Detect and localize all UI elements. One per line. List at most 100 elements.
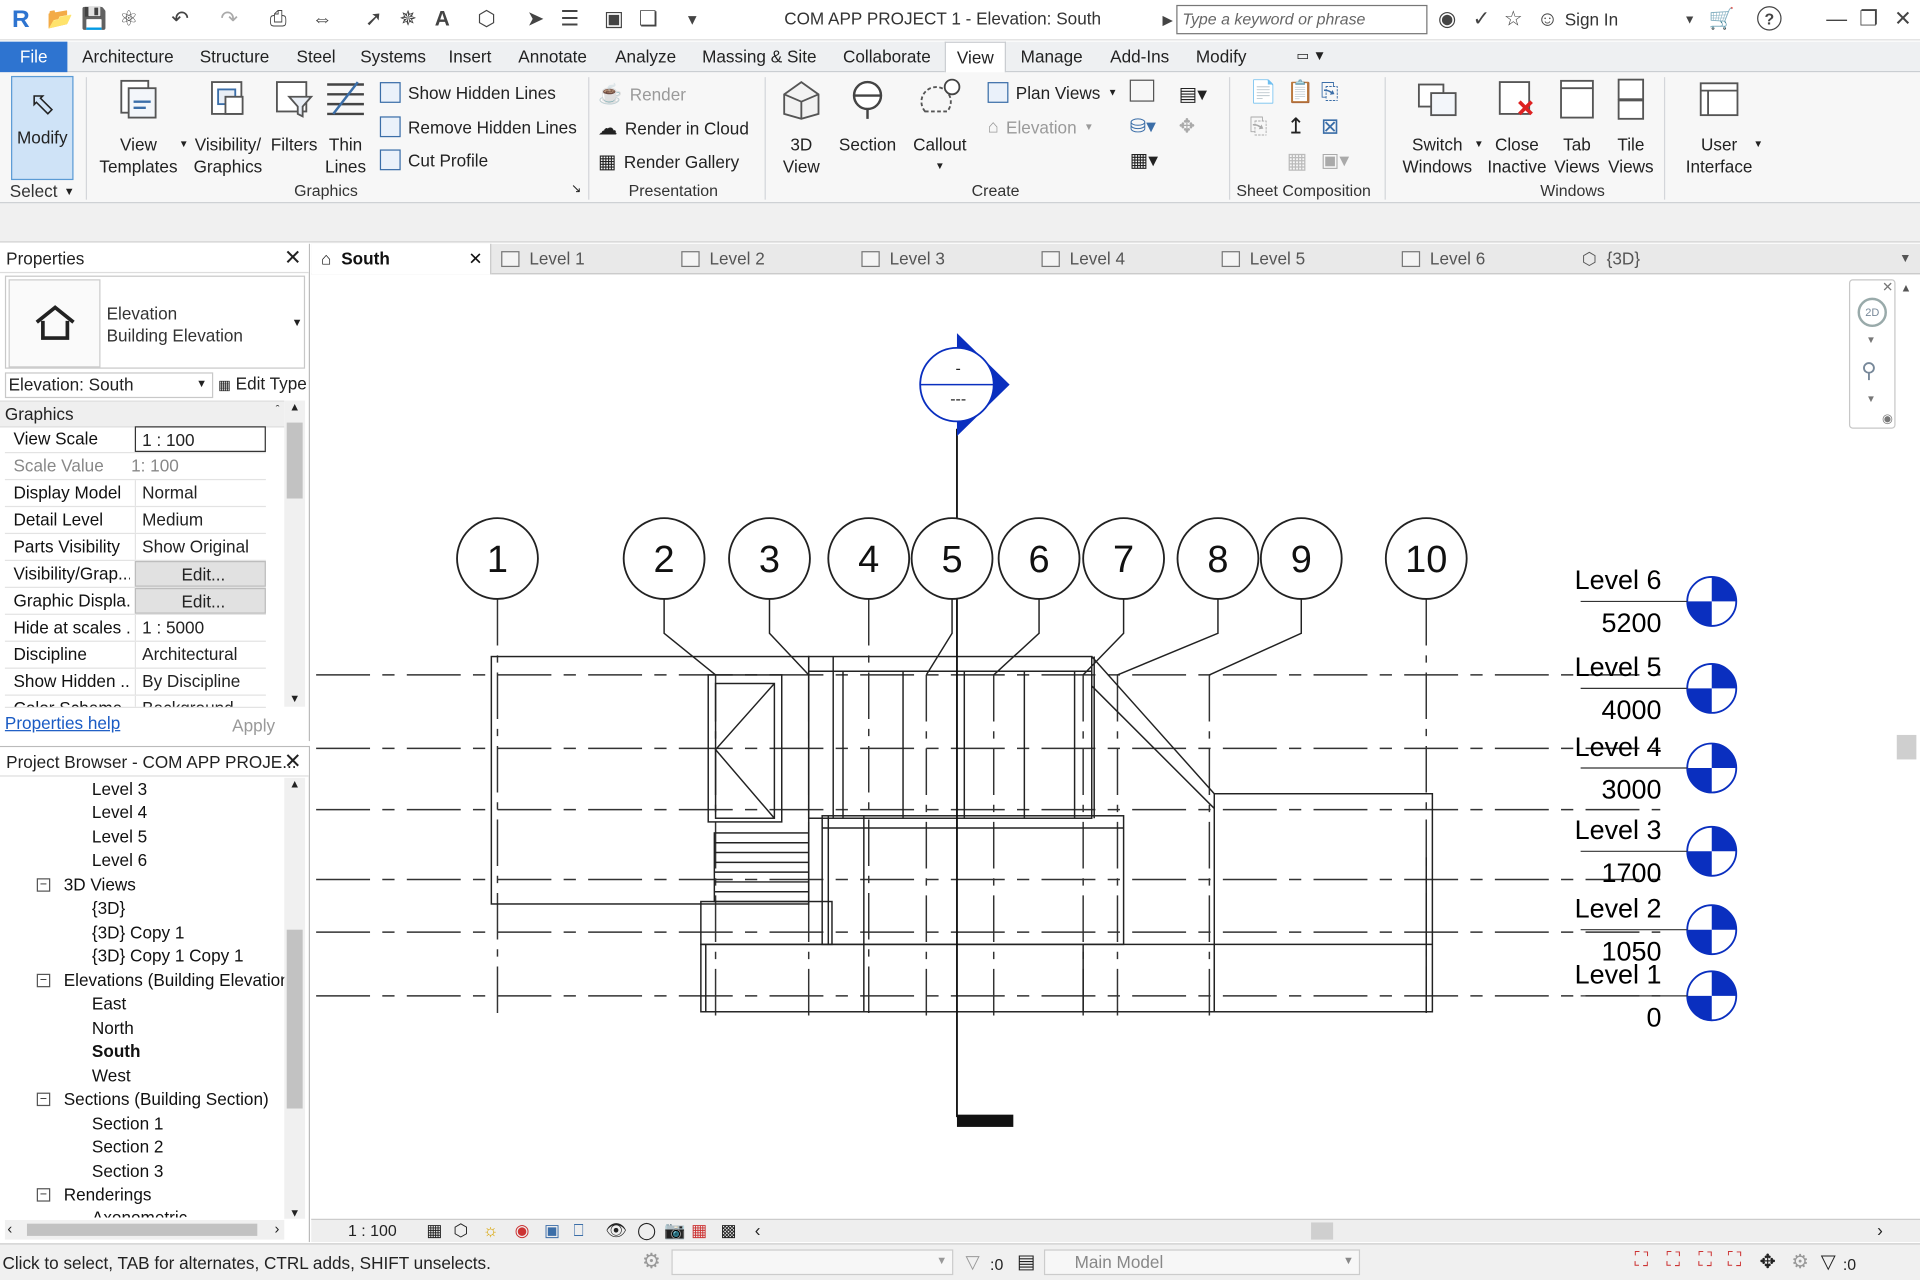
switch-windows-button[interactable]: Switch Windows <box>1399 77 1475 177</box>
tree-group[interactable]: Renderings <box>64 1184 152 1204</box>
measure-icon[interactable]: ⇔ <box>309 6 336 33</box>
type-dropdown-icon[interactable]: ▼ <box>292 316 303 328</box>
tab-systems[interactable]: Systems <box>353 42 433 73</box>
properties-help-link[interactable]: Properties help <box>5 713 120 733</box>
tab-manage[interactable]: Manage <box>1013 42 1090 73</box>
drafting-view-icon[interactable] <box>1129 79 1155 102</box>
tree-item[interactable]: Section 1 <box>92 1113 164 1133</box>
filter-selection-icon[interactable]: ▽ <box>1821 1249 1836 1273</box>
scroll-right-icon[interactable]: › <box>274 1220 279 1237</box>
new-sheet-icon[interactable]: 📄 <box>1250 80 1277 106</box>
tab-add-ins[interactable]: Add-Ins <box>1103 42 1177 73</box>
tab-architecture[interactable]: Architecture <box>75 42 181 73</box>
render-gallery-button[interactable]: ▦ Render Gallery <box>598 149 739 173</box>
tree-item-active[interactable]: South <box>92 1041 141 1061</box>
close-tab-icon[interactable]: ✕ <box>468 244 482 275</box>
level-elevation[interactable]: 1700 <box>1602 858 1662 888</box>
view-scale-readout[interactable]: 1 : 100 <box>348 1221 397 1239</box>
close-inactive-button[interactable]: Close Inactive <box>1483 77 1552 177</box>
tabs-overflow-icon[interactable]: ▼ <box>1899 244 1911 275</box>
sign-in-dropdown-icon[interactable]: ▼ <box>1676 6 1703 33</box>
prop-graphic-display[interactable]: Graphic Displa... Edit... <box>4 587 266 615</box>
minimize-icon[interactable]: — <box>1823 6 1850 33</box>
tab-collaborate[interactable]: Collaborate <box>836 42 938 73</box>
level-elevation[interactable]: 3000 <box>1602 775 1662 805</box>
tab-modify[interactable]: Modify <box>1189 42 1254 73</box>
user-icon[interactable]: ☺ <box>1534 6 1561 33</box>
close-inactive-icon[interactable]: ▣ <box>600 6 627 33</box>
tab-structure[interactable]: Structure <box>192 42 276 73</box>
steering-wheel-icon[interactable]: 2D <box>1857 297 1887 328</box>
design-option-dropdown[interactable]: Main Model ▼ <box>1043 1249 1361 1276</box>
render-in-cloud-button[interactable]: ☁ Render in Cloud <box>598 116 749 140</box>
view-tab-level-1[interactable]: Level 1 <box>501 244 585 275</box>
scroll-thumb[interactable] <box>286 422 303 499</box>
select-links-icon[interactable]: ⛶ <box>1635 1249 1649 1271</box>
level-name[interactable]: Level 4 <box>1575 732 1662 762</box>
binoculars-icon[interactable]: ◉ <box>1434 6 1461 33</box>
analytical-model-icon[interactable]: ▩ <box>720 1220 736 1241</box>
close-icon[interactable]: ✕ <box>284 244 301 273</box>
view-templates-button[interactable]: View Templates <box>96 77 182 177</box>
select-pinned-icon[interactable]: ⛶ <box>1698 1249 1712 1271</box>
tree-item[interactable]: North <box>92 1018 134 1038</box>
select-dropdown[interactable]: Select <box>10 181 58 201</box>
print-icon[interactable]: ⎙ <box>265 6 292 33</box>
legends-icon[interactable]: ▦▾ <box>1130 148 1158 172</box>
tab-analyze[interactable]: Analyze <box>608 42 684 73</box>
cart-icon[interactable]: 🛒 <box>1708 6 1735 33</box>
viewports-icon[interactable]: ▣▾ <box>1321 148 1349 172</box>
browser-hscrollbar[interactable]: ‹ › <box>4 1220 285 1240</box>
collapse-toggle-icon[interactable]: − <box>36 1092 51 1107</box>
tree-item[interactable]: {3D} <box>92 898 125 918</box>
matchline-icon[interactable]: ⊠ <box>1321 114 1339 140</box>
crop-region-icon[interactable]: ⎕ <box>573 1220 583 1241</box>
prop-hide-at-scales[interactable]: Hide at scales ... 1 : 5000 <box>4 614 266 642</box>
show-hidden-lines-button[interactable]: Show Hidden Lines <box>379 82 556 103</box>
nav-dropdown-icon[interactable]: ▼ <box>1866 334 1876 345</box>
aligned-dimension-icon[interactable]: ➚ <box>360 6 387 33</box>
nav-options-icon[interactable]: ◉ <box>1882 413 1893 426</box>
zoom-region-icon[interactable]: ⚲ <box>1861 359 1876 383</box>
tree-item[interactable]: Level 6 <box>92 850 147 870</box>
scroll-thumb[interactable] <box>286 929 303 1109</box>
thin-lines-button[interactable]: Thin Lines <box>321 77 370 177</box>
tab-file[interactable]: File <box>0 41 68 73</box>
switch-windows-icon[interactable]: ❏ <box>635 6 662 33</box>
level-name[interactable]: Level 6 <box>1575 565 1662 595</box>
tab-views-button[interactable]: Tab Views <box>1551 77 1602 177</box>
tree-item[interactable]: {3D} Copy 1 <box>92 922 185 942</box>
scope-box-icon[interactable]: ✥ <box>1179 114 1195 138</box>
section-icon[interactable]: ➤ <box>522 6 549 33</box>
tab-view[interactable]: View <box>944 41 1006 74</box>
prop-visibility-graphics[interactable]: Visibility/Grap... Edit... <box>4 561 266 588</box>
prop-value[interactable]: 1 : 5000 <box>134 614 266 641</box>
prop-value[interactable]: Architectural <box>134 641 266 668</box>
browser-vscrollbar[interactable]: ▲ ▼ <box>284 777 306 1219</box>
visibility-graphics-button[interactable]: Visibility/ Graphics <box>189 77 267 177</box>
schedules-icon[interactable]: ▤▾ <box>1179 82 1207 106</box>
open-icon[interactable]: 📂 <box>47 6 74 33</box>
remove-hidden-lines-button[interactable]: Remove Hidden Lines <box>379 116 577 138</box>
design-options-icon[interactable]: ▤ <box>1017 1249 1036 1273</box>
tree-item[interactable]: Section 2 <box>92 1137 164 1157</box>
revisions-icon[interactable]: ⎘ <box>1250 114 1268 140</box>
graphics-section-header[interactable]: Graphics ˆ <box>0 400 285 428</box>
render-button[interactable]: ☕ Render <box>598 82 686 106</box>
scroll-down-icon[interactable]: ▼ <box>284 692 305 704</box>
tree-item[interactable]: Axonometric <box>92 1208 187 1218</box>
drag-elements-icon[interactable]: ✥ <box>1760 1249 1776 1273</box>
tree-group[interactable]: Sections (Building Section) <box>64 1089 269 1109</box>
scroll-up-icon[interactable]: ▲ <box>284 401 305 413</box>
scroll-up-icon[interactable]: ▲ <box>284 778 305 790</box>
sync-icon[interactable]: ⚛ <box>115 6 142 33</box>
prop-color-scheme[interactable]: Color Scheme ... Background <box>4 695 266 708</box>
tree-item[interactable]: Level 3 <box>92 779 147 799</box>
elevation-button[interactable]: ⌂ Elevation ▼ <box>988 116 1094 137</box>
collapse-icon[interactable]: ˆ <box>276 397 280 421</box>
guide-grid-icon[interactable]: ↥ <box>1287 114 1305 140</box>
tree-item[interactable]: Section 3 <box>92 1161 164 1181</box>
scroll-down-icon[interactable]: ▼ <box>284 1207 305 1219</box>
filter-icon[interactable]: ▽ <box>966 1251 980 1273</box>
prop-display-model[interactable]: Display Model Normal <box>4 480 266 508</box>
